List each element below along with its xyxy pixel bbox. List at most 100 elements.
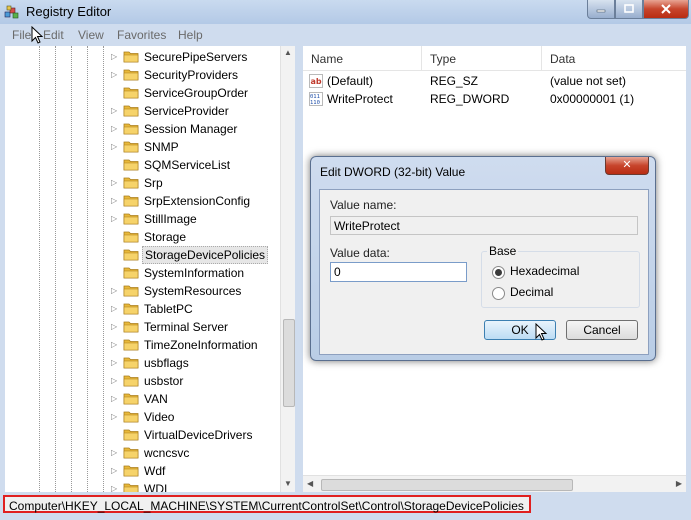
expand-arrow-icon[interactable]: ▷ <box>111 448 119 457</box>
tree-item[interactable]: ▷ usbflags <box>5 354 295 372</box>
tree-item[interactable]: ▷ usbstor <box>5 372 295 390</box>
value-name-label: Value name: <box>330 198 397 212</box>
hexadecimal-radio[interactable] <box>492 266 505 279</box>
tree-item[interactable]: ▷ SrpExtensionConfig <box>5 192 295 210</box>
column-header-type[interactable]: Type <box>430 52 456 66</box>
expand-arrow-icon[interactable]: ▷ <box>111 106 119 115</box>
expand-arrow-icon[interactable]: ▷ <box>111 376 119 385</box>
expand-arrow-icon[interactable]: ▷ <box>111 142 119 151</box>
binary-value-icon: 011 110 <box>309 92 323 106</box>
tree-item[interactable]: ▷ TabletPC <box>5 300 295 318</box>
column-separator[interactable] <box>541 46 542 70</box>
list-horizontal-scrollbar[interactable]: ◀ ▶ <box>303 475 686 493</box>
tree-item[interactable]: ▷ StillImage <box>5 210 295 228</box>
folder-icon <box>123 429 139 441</box>
tree-item-label: Storage <box>144 230 187 244</box>
tree-item[interactable]: ▷ Terminal Server <box>5 318 295 336</box>
tree-item-label: SecurePipeServers <box>144 50 248 64</box>
menu-help[interactable]: Help <box>178 28 203 42</box>
tree-item-label: wcncsvc <box>144 446 190 460</box>
expand-arrow-icon[interactable]: ▷ <box>111 178 119 187</box>
close-button[interactable] <box>643 0 689 19</box>
tree-item[interactable]: ▷ Wdf <box>5 462 295 480</box>
scroll-down-icon[interactable]: ▼ <box>284 479 292 488</box>
tree-item[interactable]: ▷ VAN <box>5 390 295 408</box>
expand-arrow-icon[interactable]: ▷ <box>111 304 119 313</box>
key-tree-pane[interactable]: ▷ SecurePipeServers ▷ SecurityProviders Serv… <box>5 46 295 492</box>
expand-arrow-icon[interactable]: ▷ <box>111 70 119 79</box>
expand-arrow-icon[interactable]: ▷ <box>111 124 119 133</box>
menu-view[interactable]: View <box>78 28 104 42</box>
tree-item[interactable]: Storage <box>5 228 295 246</box>
tree-item[interactable]: ▷ SecurePipeServers <box>5 48 295 66</box>
value-data-label: Value data: <box>330 246 390 260</box>
tree-item-label: Session Manager <box>144 122 238 136</box>
close-icon <box>661 4 671 14</box>
tree-item[interactable]: ▷ Srp <box>5 174 295 192</box>
cancel-button[interactable]: Cancel <box>566 320 638 340</box>
scroll-right-icon[interactable]: ▶ <box>676 479 682 488</box>
scroll-up-icon[interactable]: ▲ <box>284 48 292 57</box>
pane-splitter[interactable] <box>295 46 303 492</box>
expand-arrow-icon[interactable]: ▷ <box>111 214 119 223</box>
folder-icon <box>123 483 139 492</box>
value-data-input[interactable]: 0 <box>330 262 467 282</box>
tree-vertical-scrollbar[interactable]: ▲ ▼ <box>280 46 296 492</box>
expand-arrow-icon[interactable]: ▷ <box>111 394 119 403</box>
decimal-radio[interactable] <box>492 287 505 300</box>
tree-item[interactable]: ▷ ServiceProvider <box>5 102 295 120</box>
column-header-name[interactable]: Name <box>311 52 343 66</box>
tree-item[interactable]: ServiceGroupOrder <box>5 84 295 102</box>
minimize-button[interactable] <box>587 0 615 19</box>
expand-arrow-icon[interactable]: ▷ <box>111 484 119 492</box>
expand-arrow-icon[interactable]: ▷ <box>111 340 119 349</box>
tree-item[interactable]: ▷ TimeZoneInformation <box>5 336 295 354</box>
tree-scroll-thumb[interactable] <box>283 319 295 407</box>
tree-item-label: SNMP <box>144 140 179 154</box>
value-name: WriteProtect <box>327 92 393 106</box>
tree-item[interactable]: ▷ SystemResources <box>5 282 295 300</box>
menu-file[interactable]: File <box>12 28 31 42</box>
hexadecimal-label[interactable]: Hexadecimal <box>510 264 579 278</box>
value-name-field: WriteProtect <box>330 216 638 235</box>
folder-icon <box>123 87 139 99</box>
tree-item-label: TabletPC <box>144 302 193 316</box>
tree-item[interactable]: StorageDevicePolicies <box>5 246 295 264</box>
svg-text:110: 110 <box>310 100 320 106</box>
value-data: (value not set) <box>550 74 627 88</box>
list-row[interactable]: 011 110 WriteProtect REG_DWORD 0x0000000… <box>303 90 686 108</box>
menu-edit[interactable]: Edit <box>43 28 64 42</box>
folder-icon <box>123 447 139 459</box>
expand-arrow-icon[interactable]: ▷ <box>111 52 119 61</box>
tree-item[interactable]: ▷ Video <box>5 408 295 426</box>
folder-icon <box>123 51 139 63</box>
tree-item[interactable]: SystemInformation <box>5 264 295 282</box>
folder-icon <box>123 303 139 315</box>
tree-item[interactable]: ▷ wcncsvc <box>5 444 295 462</box>
tree-item[interactable]: ▷ SNMP <box>5 138 295 156</box>
maximize-button[interactable] <box>615 0 643 19</box>
scroll-left-icon[interactable]: ◀ <box>307 479 313 488</box>
tree-item[interactable]: ▷ WDI <box>5 480 295 492</box>
tree-item[interactable]: SQMServiceList <box>5 156 295 174</box>
status-path: Computer\HKEY_LOCAL_MACHINE\SYSTEM\Curre… <box>3 495 531 513</box>
dialog-close-button[interactable]: ✕ <box>605 157 649 175</box>
column-separator[interactable] <box>421 46 422 70</box>
menu-favorites[interactable]: Favorites <box>117 28 166 42</box>
column-header-data[interactable]: Data <box>550 52 575 66</box>
list-scroll-thumb[interactable] <box>321 479 573 491</box>
expand-arrow-icon[interactable]: ▷ <box>111 322 119 331</box>
expand-arrow-icon[interactable]: ▷ <box>111 286 119 295</box>
tree-item[interactable]: ▷ SecurityProviders <box>5 66 295 84</box>
list-row[interactable]: ab (Default) REG_SZ (value not set) <box>303 72 686 90</box>
expand-arrow-icon[interactable]: ▷ <box>111 412 119 421</box>
tree-item-label: StillImage <box>144 212 197 226</box>
tree-item[interactable]: ▷ Session Manager <box>5 120 295 138</box>
tree-item-label: Wdf <box>144 464 166 478</box>
folder-icon <box>123 123 139 135</box>
expand-arrow-icon[interactable]: ▷ <box>111 466 119 475</box>
expand-arrow-icon[interactable]: ▷ <box>111 358 119 367</box>
tree-item[interactable]: VirtualDeviceDrivers <box>5 426 295 444</box>
decimal-label[interactable]: Decimal <box>510 285 553 299</box>
expand-arrow-icon[interactable]: ▷ <box>111 196 119 205</box>
